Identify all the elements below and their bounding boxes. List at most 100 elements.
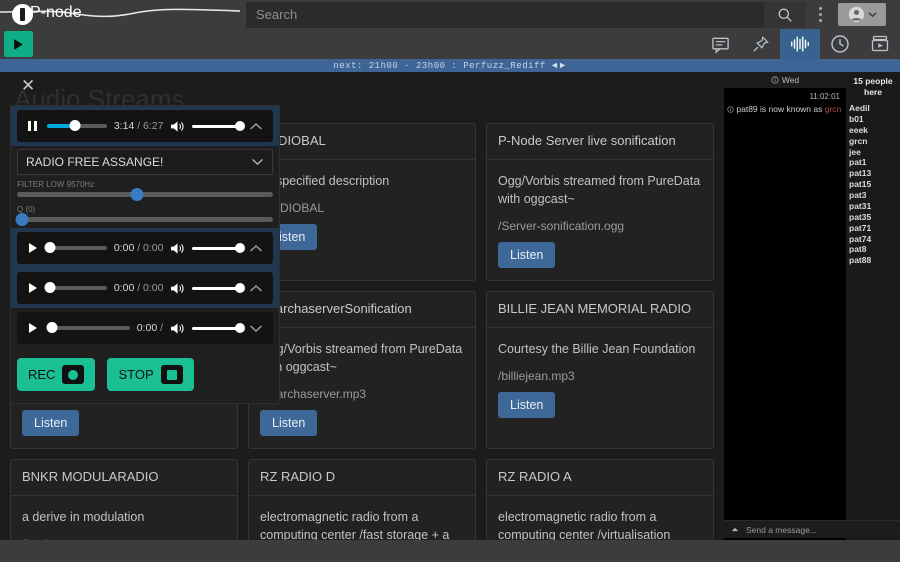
- q-slider[interactable]: [15, 213, 273, 226]
- kebab-menu-icon: [818, 7, 822, 10]
- audio-player: 3:14 / 6:27: [17, 110, 273, 142]
- global-play-button[interactable]: [4, 31, 33, 57]
- people-list: Aedil b01 eeek grcn jee pat1 pat13 pat15…: [849, 103, 897, 266]
- close-overlay-button[interactable]: ✕: [21, 77, 35, 94]
- time-separator: /: [134, 282, 144, 294]
- caret-up-icon[interactable]: [730, 526, 740, 533]
- person-item[interactable]: pat88: [849, 255, 897, 266]
- stream-body: Courtesy the Billie Jean Foundation /bil…: [487, 328, 713, 430]
- collapse-player-button[interactable]: [247, 244, 265, 253]
- volume-slider[interactable]: [192, 282, 245, 293]
- listen-button[interactable]: Listen: [498, 242, 556, 269]
- stream-path: /anarchaserver.mp3: [260, 387, 367, 402]
- seek-slider[interactable]: [44, 282, 107, 293]
- nav-item-audio-streams[interactable]: [780, 29, 820, 59]
- account-menu-button[interactable]: [838, 3, 886, 26]
- recorder-controls: REC STOP: [11, 348, 279, 403]
- chat-message-list[interactable]: 11:02:01 pat89 is now known as grcn: [724, 88, 846, 540]
- volume-slider[interactable]: [192, 242, 245, 253]
- audio-player-row: 0:00 / 0:00: [11, 268, 279, 308]
- nav-item-pin[interactable]: [740, 29, 780, 59]
- search-bar[interactable]: [246, 1, 806, 28]
- listen-button[interactable]: Listen: [260, 410, 318, 437]
- person-item[interactable]: pat35: [849, 212, 897, 223]
- person-item[interactable]: pat13: [849, 168, 897, 179]
- brand-logo[interactable]: P-node: [0, 0, 240, 29]
- play-button[interactable]: [25, 282, 40, 294]
- waveform-icon: [791, 36, 809, 52]
- schedule-prev-button[interactable]: ◄: [551, 61, 559, 71]
- person-item[interactable]: pat71: [849, 223, 897, 234]
- stop-button[interactable]: STOP: [107, 358, 194, 391]
- person-item[interactable]: Aedil: [849, 103, 897, 114]
- person-item[interactable]: pat31: [849, 201, 897, 212]
- person-item[interactable]: jee: [849, 147, 897, 158]
- stream-path: /RADIOBAL: [260, 201, 325, 216]
- current-time: 0:00: [136, 322, 158, 334]
- mute-button[interactable]: [170, 322, 185, 335]
- info-icon: [727, 106, 734, 113]
- stream-path: /billiejean.mp3: [498, 369, 575, 384]
- person-item[interactable]: pat1: [849, 157, 897, 168]
- play-button[interactable]: [25, 242, 40, 254]
- listen-button[interactable]: Listen: [22, 410, 80, 437]
- play-button[interactable]: [25, 322, 40, 334]
- stream-title: RZ RADIO D: [249, 460, 475, 497]
- overflow-menu-button[interactable]: [806, 0, 834, 29]
- seek-slider[interactable]: [46, 120, 107, 131]
- chat-message-time: 11:02:01: [809, 92, 840, 101]
- nav-item-chat[interactable]: [700, 29, 740, 59]
- audio-player-overlay: ✕ 3:14 / 6:27 RADIO FREE ASSANGE! FILTER…: [10, 77, 280, 404]
- collapse-player-button[interactable]: [247, 122, 265, 131]
- nav-item-video[interactable]: [860, 29, 900, 59]
- collapse-player-button[interactable]: [247, 284, 265, 293]
- seek-slider[interactable]: [46, 322, 130, 333]
- time-display: 0:00 / 0:00: [114, 242, 164, 254]
- mute-button[interactable]: [170, 282, 185, 295]
- record-button[interactable]: REC: [17, 358, 96, 391]
- app-root: P-node Search next: 21h00 - 23h00: Perf…: [0, 0, 900, 562]
- stream-description: Ogg/Vorbis streamed from PureData with o…: [498, 173, 701, 207]
- speaker-icon: [171, 322, 184, 334]
- person-item[interactable]: pat15: [849, 179, 897, 190]
- search-input[interactable]: [246, 1, 764, 28]
- filter-low-slider[interactable]: [17, 188, 273, 201]
- person-item[interactable]: pat74: [849, 234, 897, 245]
- mute-button[interactable]: [170, 120, 185, 133]
- audio-player-row: 0:00 / 0:00: [11, 228, 279, 268]
- person-item[interactable]: grcn: [849, 136, 897, 147]
- nav-item-history[interactable]: [820, 29, 860, 59]
- volume-slider[interactable]: [192, 322, 245, 333]
- expand-player-button[interactable]: [247, 324, 265, 333]
- volume-slider[interactable]: [192, 120, 245, 131]
- station-select-value: RADIO FREE ASSANGE!: [26, 155, 164, 169]
- search-button[interactable]: [764, 1, 806, 28]
- stream-card: RADIOBAL Unspecified description /RADIOB…: [248, 123, 476, 282]
- schedule-next-button[interactable]: ►: [559, 61, 567, 71]
- station-select[interactable]: RADIO FREE ASSANGE!: [17, 149, 273, 175]
- speaker-icon: [171, 120, 185, 132]
- person-item[interactable]: pat3: [849, 190, 897, 201]
- chat-input-placeholder[interactable]: Send a message...: [746, 525, 817, 535]
- person-item[interactable]: eeek: [849, 125, 897, 136]
- person-item[interactable]: b01: [849, 114, 897, 125]
- stream-card: BNKR MODULARADIO a derive in modulation …: [10, 459, 238, 540]
- stream-title: RZ RADIO A: [487, 460, 713, 497]
- chevron-up-icon: [250, 284, 262, 292]
- stream-body: electromagnetic radio from a computing c…: [249, 496, 475, 540]
- stream-title: BNKR MODULARADIO: [11, 460, 237, 497]
- time-separator: /: [157, 322, 163, 334]
- mute-button[interactable]: [170, 242, 185, 255]
- listen-button[interactable]: Listen: [498, 392, 556, 419]
- person-item[interactable]: pat8: [849, 244, 897, 255]
- audio-player: 0:00 / 0:00: [17, 272, 273, 304]
- search-icon: [778, 8, 792, 22]
- pause-button[interactable]: [25, 120, 40, 132]
- audio-player: 0:00 /: [17, 312, 273, 344]
- chevron-up-icon: [250, 244, 262, 252]
- chat-input-bar[interactable]: Send a message...: [724, 520, 900, 538]
- seek-slider[interactable]: [44, 242, 107, 253]
- stream-title: P-Node Server live sonification: [487, 124, 713, 160]
- time-separator: /: [134, 120, 144, 132]
- filter-low-control: FILTER LOW 9570Hz: [11, 178, 279, 203]
